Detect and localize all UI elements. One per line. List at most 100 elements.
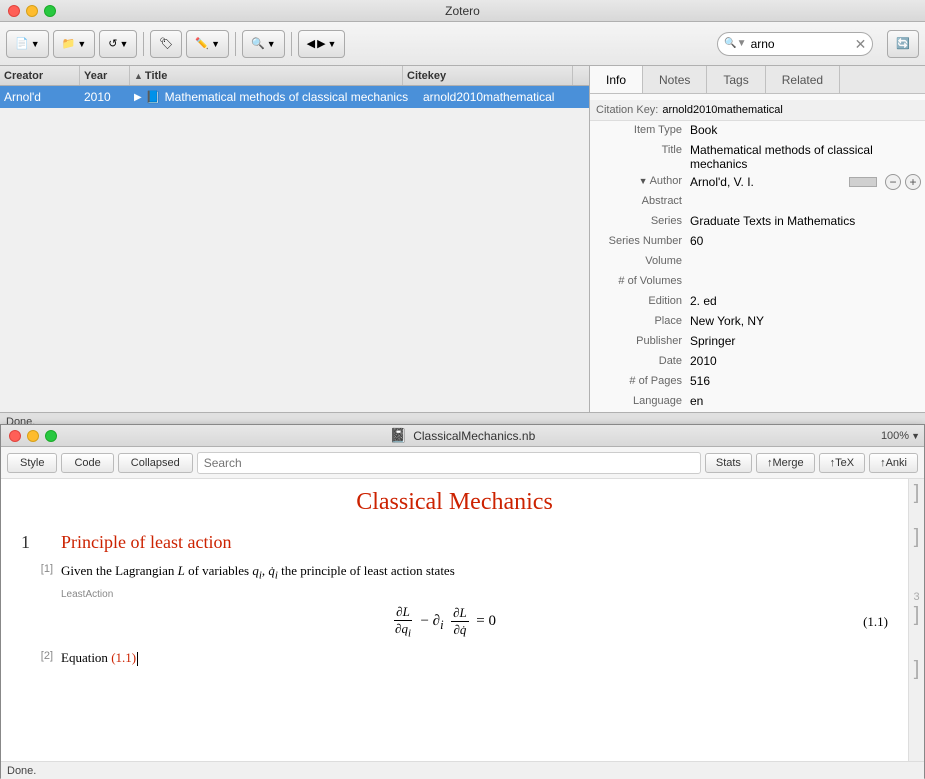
col-year-header: Year [80, 66, 130, 85]
expand-icon[interactable]: ▶ [134, 92, 142, 103]
notebook-title: Classical Mechanics [21, 489, 888, 516]
info-content: Citation Key: arnold2010mathematical Ite… [590, 94, 925, 412]
add-icon: 📄 [15, 37, 29, 50]
author-add-btn[interactable]: + [905, 174, 921, 190]
label-abstract: Abstract [590, 193, 690, 207]
main-area: Creator Year ▲ Title Citekey Arnol'd 201… [0, 66, 925, 412]
section-number: 1 [21, 532, 61, 553]
nb-status-text: Done. [7, 765, 36, 777]
bracket-3-num: 3 [913, 591, 919, 603]
search-clear-icon[interactable]: ✕ [855, 37, 867, 51]
field-volume: Volume [590, 252, 925, 272]
field-series: Series Graduate Texts in Mathematics [590, 212, 925, 232]
cell-2: [2] Equation (1.1) [21, 648, 888, 669]
nb-close-btn[interactable] [9, 430, 21, 442]
equation-row: ∂L ∂qi − ∂i ∂L ∂q̇ = 0 [61, 604, 888, 640]
code-button[interactable]: Code [61, 453, 113, 473]
tab-tags[interactable]: Tags [707, 66, 765, 93]
field-series-number: Series Number 60 [590, 232, 925, 252]
notebook-icon: 📓 [390, 427, 407, 444]
value-item-type: Book [690, 122, 925, 137]
value-pages: 516 [690, 373, 925, 388]
cell-2-number: [2] [21, 648, 61, 662]
frac-2-num: ∂L [451, 605, 469, 622]
nb-max-btn[interactable] [45, 430, 57, 442]
nav-back-button[interactable]: ◀ ▶ ▼ [298, 30, 346, 58]
equation-cell: LeastAction ∂L ∂qi − ∂i ∂L [21, 593, 888, 640]
value-volume [690, 253, 925, 254]
book-icon: 📘 [146, 90, 161, 104]
lagrangian-L: L [178, 563, 185, 578]
label-series: Series [590, 213, 690, 227]
table-pane: Creator Year ▲ Title Citekey Arnol'd 201… [0, 66, 590, 412]
style-button[interactable]: Style [7, 453, 57, 473]
field-date: Date 2010 [590, 352, 925, 372]
info-tabs: Info Notes Tags Related [590, 66, 925, 94]
table-row[interactable]: Arnol'd 2010 ▶ 📘 Mathematical methods of… [0, 86, 589, 108]
separator-3 [291, 32, 292, 56]
nb-content-area: Classical Mechanics 1 Principle of least… [1, 479, 924, 761]
nb-zoom-arrow: ▼ [911, 431, 920, 441]
citation-key-row: Citation Key: arnold2010mathematical [590, 100, 925, 121]
locate-arrow: ▼ [267, 39, 276, 49]
field-author: ▼ Author Arnol'd, V. I. − + [590, 172, 925, 192]
tex-button[interactable]: ↑TeX [819, 453, 865, 473]
anki-button[interactable]: ↑Anki [869, 453, 918, 473]
label-author: ▼ Author [590, 173, 690, 187]
folder-button[interactable]: 📁 ▼ [53, 30, 96, 58]
nb-zoom-control[interactable]: 100% ▼ [881, 430, 920, 442]
locate-button[interactable]: 🔍 ▼ [242, 30, 285, 58]
col-title-header: ▲ Title [130, 66, 403, 85]
equation-content: LeastAction ∂L ∂qi − ∂i ∂L [61, 593, 888, 640]
nb-zoom-value: 100% [881, 430, 909, 442]
frac-1: ∂L ∂qi [393, 604, 413, 640]
label-edition: Edition [590, 293, 690, 307]
field-place: Place New York, NY [590, 312, 925, 332]
merge-button[interactable]: ↑Merge [756, 453, 815, 473]
stats-button[interactable]: Stats [705, 453, 752, 473]
search-box: 🔍▼ ✕ [717, 32, 873, 56]
minimize-btn[interactable] [26, 5, 38, 17]
tab-info[interactable]: Info [590, 66, 643, 93]
author-color-bar [849, 177, 877, 187]
cell-year: 2010 [80, 90, 130, 104]
cell-title: ▶ 📘 Mathematical methods of classical me… [130, 90, 419, 104]
col-citekey-header: Citekey [403, 66, 573, 85]
pencil-button[interactable]: ✏️ ▼ [186, 30, 229, 58]
field-language: Language en [590, 392, 925, 412]
info-pane: Info Notes Tags Related Citation Key: ar… [590, 66, 925, 412]
equation-label: LeastAction [61, 589, 888, 600]
nb-title-bar-content: 📓 ClassicalMechanics.nb [1, 427, 924, 444]
cell-1-number: [1] [21, 561, 61, 575]
text-cursor [137, 652, 138, 666]
cell-2-text: Equation (1.1) [61, 650, 138, 665]
nb-search-input[interactable] [197, 452, 701, 474]
tab-notes[interactable]: Notes [643, 66, 707, 93]
nb-min-btn[interactable] [27, 430, 39, 442]
sync-button[interactable]: 🔄 [887, 30, 919, 58]
arrow-button[interactable]: ↺ ▼ [99, 30, 137, 58]
close-btn[interactable] [8, 5, 20, 17]
search-dropdown-icon[interactable]: 🔍▼ [724, 38, 746, 49]
col-creator-header: Creator [0, 66, 80, 85]
add-button[interactable]: 📄 ▼ [6, 30, 49, 58]
title-text: Mathematical methods of classical mechan… [165, 90, 408, 104]
nb-filename: ClassicalMechanics.nb [413, 429, 535, 443]
bracket-4: ] [914, 659, 920, 679]
eq-ref-link[interactable]: (1.1) [111, 650, 136, 665]
label-date: Date [590, 353, 690, 367]
eq-formula: ∂L ∂qi − ∂i ∂L ∂q̇ = 0 [61, 604, 828, 640]
field-publisher: Publisher Springer [590, 332, 925, 352]
pencil-arrow: ▼ [211, 39, 220, 49]
section-heading-cell: 1 Principle of least action [21, 532, 888, 553]
author-remove-btn[interactable]: − [885, 174, 901, 190]
search-input[interactable] [751, 37, 851, 51]
bracket-2: ] [914, 527, 920, 547]
label-language: Language [590, 393, 690, 407]
forward-icon: ▶ [317, 37, 325, 50]
maximize-btn[interactable] [44, 5, 56, 17]
pencil-icon: ✏️ [195, 37, 209, 50]
tag-button[interactable]: 🏷 [150, 30, 182, 58]
collapsed-button[interactable]: Collapsed [118, 453, 193, 473]
tab-related[interactable]: Related [766, 66, 840, 93]
